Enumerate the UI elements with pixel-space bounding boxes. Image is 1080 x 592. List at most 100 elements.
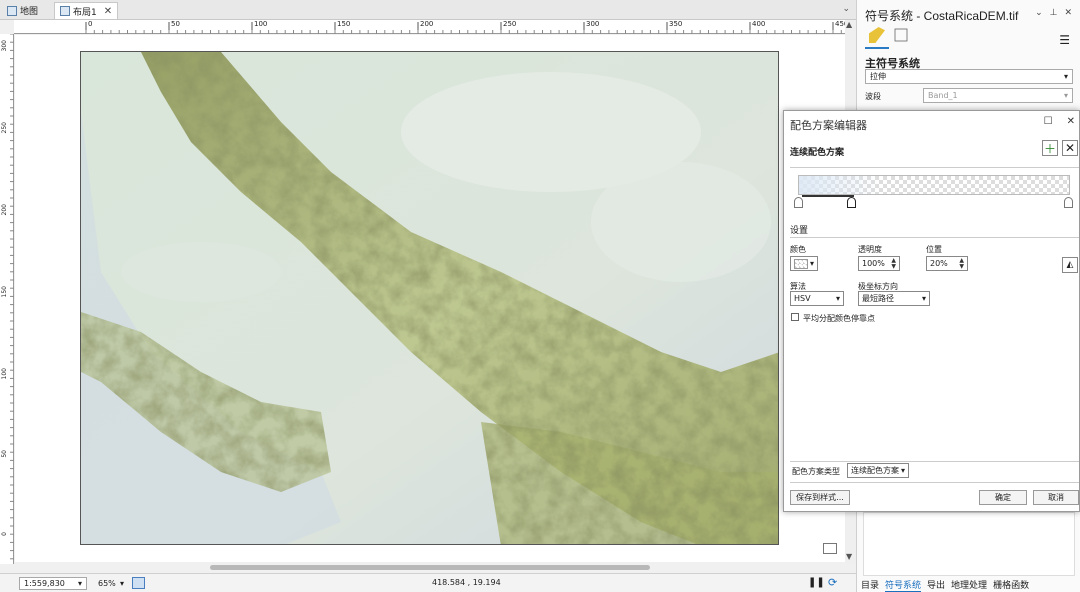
close-icon: ✕: [1064, 141, 1076, 155]
coordinate-readout: 418.584 , 19.194: [432, 578, 501, 587]
ok-button[interactable]: 确定: [979, 490, 1027, 505]
horizontal-ruler: 0 50 100 150 200 250 300 350 400 450: [14, 20, 848, 34]
dialog-controls: ☐ ✕: [1044, 116, 1075, 127]
algorithm-value: HSV: [794, 294, 811, 303]
renderer-select[interactable]: 拉伸 ▾: [865, 69, 1073, 84]
zoom-select[interactable]: 65% ▾: [94, 577, 128, 590]
zoom-value: 65%: [98, 579, 116, 588]
color-stop-handle-selected[interactable]: [847, 197, 856, 208]
ruler-label: 200: [420, 20, 434, 28]
vertical-ruler: 300 250 200 150 100 50 0: [0, 33, 14, 564]
map-frame[interactable]: [80, 51, 779, 545]
polar-direction-select[interactable]: 最短路径 ▾: [858, 291, 930, 306]
scheme-type-value: 连续配色方案: [851, 466, 899, 475]
flip-button[interactable]: ◭: [1062, 257, 1078, 273]
opacity-stepper[interactable]: 100% ▲ ▼: [858, 256, 900, 271]
color-stop-handle[interactable]: [1064, 197, 1073, 208]
layout-icon: [60, 6, 70, 16]
active-tool-underline: [865, 47, 889, 49]
dialog-title: 配色方案编辑器: [790, 120, 867, 132]
color-picker[interactable]: ▾: [790, 256, 818, 271]
scheme-type-label: 配色方案类型: [792, 467, 840, 476]
status-bar: 1:559,830 ▾ 65% ▾ 418.584 , 19.194 ❚❚ ⟳: [0, 573, 856, 592]
close-icon[interactable]: ✕: [1064, 8, 1072, 18]
add-stop-button[interactable]: ＋: [1042, 140, 1058, 156]
tab-geoprocessing[interactable]: 地理处理: [951, 578, 987, 592]
document-tab-bar: 地图 布局1 ✕ ⌄: [0, 0, 856, 20]
tab-layout-label: 布局1: [73, 7, 97, 18]
horizontal-scrollbar[interactable]: [15, 563, 845, 572]
ruler-label: 250: [503, 20, 517, 28]
scroll-up-icon[interactable]: ▲: [846, 20, 852, 29]
position-stepper[interactable]: 20% ▲ ▼: [926, 256, 968, 271]
layout-canvas[interactable]: [15, 35, 845, 562]
chevron-down-icon: ▾: [77, 579, 82, 588]
tab-symbology[interactable]: 符号系统: [885, 578, 922, 592]
transparent-swatch-icon: [794, 258, 808, 269]
chevron-down-icon: ▾: [1063, 91, 1068, 100]
chevron-down-icon[interactable]: ⌄: [842, 4, 850, 14]
page-icon[interactable]: [823, 543, 837, 554]
chevron-down-icon: ▾: [835, 294, 840, 303]
scroll-down-icon[interactable]: ▼: [846, 552, 852, 561]
band-value: Band_1: [928, 91, 958, 100]
position-label: 位置: [926, 245, 942, 254]
color-stop-handle[interactable]: [794, 197, 803, 208]
tab-map-label: 地图: [20, 7, 39, 17]
ruler-label: 100: [254, 20, 268, 28]
ruler-label: 200: [1, 204, 8, 216]
symbology-brush-icon[interactable]: [869, 27, 885, 43]
color-label: 颜色: [790, 245, 806, 254]
divider: [790, 461, 1079, 462]
menu-icon[interactable]: ☰: [1059, 33, 1070, 47]
tab-catalog[interactable]: 目录: [861, 578, 879, 592]
tab-map[interactable]: 地图: [2, 2, 43, 19]
maximize-icon[interactable]: ☐: [1044, 116, 1053, 127]
refresh-icon[interactable]: ⟳: [828, 576, 837, 589]
chevron-down-icon: ▾: [900, 466, 905, 475]
close-icon[interactable]: ✕: [1067, 116, 1075, 127]
map-icon: [7, 5, 17, 16]
ruler-label: 150: [337, 20, 351, 28]
scale-select[interactable]: 1:559,830 ▾: [19, 577, 87, 590]
spinner-icon[interactable]: ▲ ▼: [891, 257, 896, 270]
close-icon[interactable]: ✕: [104, 6, 112, 17]
color-ramp-preview[interactable]: [798, 175, 1070, 195]
chevron-down-icon[interactable]: ⌄: [1035, 8, 1043, 18]
tab-layout[interactable]: 布局1 ✕: [54, 2, 119, 19]
save-to-style-button[interactable]: 保存到样式...: [790, 490, 850, 505]
selected-stop-range: [802, 195, 854, 197]
pause-icon[interactable]: ❚❚: [808, 577, 825, 588]
pane-title: 符号系统 - CostaRicaDEM.tif: [865, 9, 1019, 23]
ruler-label: 100: [1, 368, 8, 380]
polar-direction-value: 最短路径: [862, 294, 894, 303]
fixed-zoom-icon[interactable]: [132, 577, 145, 589]
terrain-map: [81, 52, 778, 544]
pane-tabs: 目录 符号系统 导出 地理处理 栅格函数: [861, 578, 1029, 592]
pin-icon[interactable]: ⊥: [1050, 8, 1058, 18]
ruler-label: 150: [1, 286, 8, 298]
pane-toolbar: [865, 27, 909, 49]
scheme-section-title: 连续配色方案: [790, 148, 845, 158]
tab-raster-functions[interactable]: 栅格函数: [993, 578, 1029, 592]
ruler-label: 0: [1, 532, 8, 536]
ruler-label: 300: [586, 20, 600, 28]
tab-export[interactable]: 导出: [927, 578, 945, 592]
scroll-thumb[interactable]: [210, 565, 650, 570]
cancel-button[interactable]: 取消: [1033, 490, 1079, 505]
mask-pencil-icon[interactable]: [894, 28, 908, 42]
distribute-stops-label: 平均分配颜色停靠点: [803, 314, 875, 323]
pane-content-area: [863, 512, 1075, 576]
algorithm-select[interactable]: HSV ▾: [790, 291, 844, 306]
remove-stop-button[interactable]: ✕: [1062, 140, 1078, 156]
ruler-label: 400: [752, 20, 766, 28]
divider: [790, 167, 1079, 168]
band-select[interactable]: Band_1 ▾: [923, 88, 1073, 103]
position-value: 20%: [930, 259, 948, 268]
vertical-ruler-ticks: [10, 33, 14, 560]
distribute-stops-checkbox[interactable]: [791, 313, 799, 321]
color-scheme-editor-dialog: 配色方案编辑器 ☐ ✕ 连续配色方案 ＋ ✕ 设置 颜色 ▾ 透明度 100% …: [783, 110, 1080, 512]
scheme-type-select[interactable]: 连续配色方案 ▾: [847, 463, 909, 478]
spinner-icon[interactable]: ▲ ▼: [959, 257, 964, 270]
ruler-label: 250: [1, 122, 8, 134]
